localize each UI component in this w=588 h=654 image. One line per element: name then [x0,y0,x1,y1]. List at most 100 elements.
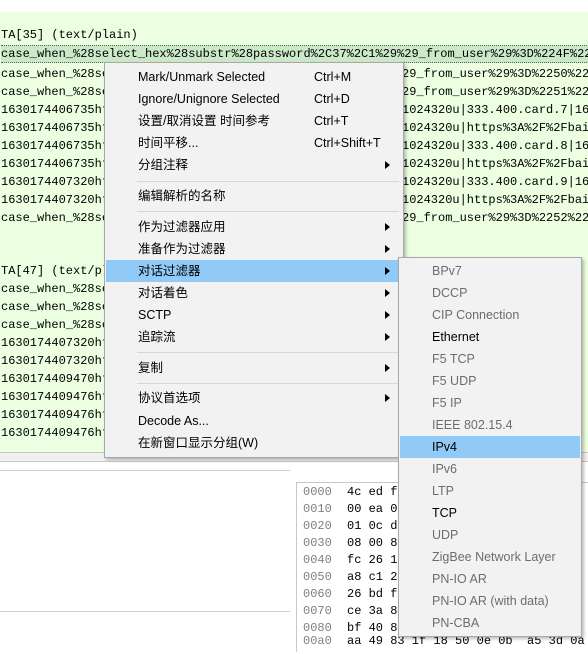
submenu-arrow-icon [385,245,390,253]
menu-separator [137,352,399,353]
menu-item-time-reference[interactable]: 设置/取消设置 时间参考 Ctrl+T [106,110,402,132]
menu-item-label: 设置/取消设置 时间参考 [138,114,270,128]
menu-item-follow-stream[interactable]: 追踪流 [106,326,402,348]
packet-text-line[interactable]: 1630174406735ht [1,155,109,173]
hex-bytes[interactable]: a8 c1 2 [347,569,397,586]
conversation-filter-submenu: BPv7 DCCP CIP Connection Ethernet F5 TCP… [398,257,582,637]
packet-text-line[interactable]: 1630174407320ht [1,352,109,370]
menu-item-protocol-preferences[interactable]: 协议首选项 [106,387,402,409]
menu-item-apply-as-filter[interactable]: 作为过滤器应用 [106,216,402,238]
menu-item-label: Mark/Unmark Selected [138,70,266,84]
menu-item-label: 对话着色 [138,286,189,300]
submenu-item-ethernet[interactable]: Ethernet [400,326,580,348]
menu-item-time-shift[interactable]: 时间平移... Ctrl+Shift+T [106,132,402,154]
menu-item-ignore-unignore[interactable]: Ignore/Unignore Selected Ctrl+D [106,88,402,110]
submenu-item-label: CIP Connection [432,308,520,322]
packet-text-line[interactable]: 1630174406735ht [1,119,109,137]
submenu-item-ipv6: IPv6 [400,458,580,480]
menu-item-shortcut: Ctrl+T [314,114,349,128]
hex-bytes[interactable]: fc 26 1 [347,552,397,569]
packet-text-line[interactable]: case_when_%28se [1,65,109,83]
packet-text-line[interactable]: 1630174409476ht [1,424,109,442]
menu-item-sctp[interactable]: SCTP [106,304,402,326]
menu-item-mark-unmark[interactable]: Mark/Unmark Selected Ctrl+M [106,66,402,88]
packet-text-line-selected[interactable]: case_when_%28select_hex%28substr%28passw… [1,45,588,63]
menu-item-conversation-filter[interactable]: 对话过滤器 [106,260,402,282]
packet-text-line[interactable]: 1630174406735ht [1,101,109,119]
hex-bytes[interactable]: 00 ea 0 [347,501,397,518]
hex-offset: 0020 [303,519,332,533]
hex-bytes[interactable]: 4c ed f [347,484,397,501]
submenu-item-label: UDP [432,528,459,542]
submenu-item-label: IEEE 802.15.4 [432,418,513,432]
submenu-item-label: DCCP [432,286,468,300]
submenu-item-label: Ethernet [432,330,480,344]
packet-text-line[interactable]: 1630174409476ht [1,388,109,406]
packet-text-line[interactable]: 1630174406735ht [1,137,109,155]
menu-item-label: 复制 [138,361,164,375]
submenu-item-f5-ip: F5 IP [400,392,580,414]
packet-text-line[interactable]: 1630174407320ht [1,173,109,191]
packet-text-line[interactable]: case_when_%28se [1,83,109,101]
menu-separator [137,181,399,182]
menu-item-decode-as[interactable]: Decode As... [106,410,402,432]
hex-offset: 0040 [303,553,332,567]
submenu-item-tcp[interactable]: TCP [400,502,580,524]
menu-item-shortcut: Ctrl+D [314,92,350,106]
submenu-item-pn-io-ar: PN-IO AR [400,568,580,590]
packet-details-pane[interactable] [0,470,290,612]
submenu-arrow-icon [385,394,390,402]
submenu-item-label: TCP [432,506,457,520]
submenu-arrow-icon [385,267,390,275]
submenu-arrow-icon [385,311,390,319]
menu-item-copy[interactable]: 复制 [106,357,402,379]
packet-text-line[interactable]: 1630174409470ht [1,370,109,388]
menu-item-label: 追踪流 [138,330,176,344]
submenu-item-ieee-802-15-4: IEEE 802.15.4 [400,414,580,436]
menu-item-label: 协议首选项 [138,391,201,405]
hex-offset: 0060 [303,587,332,601]
packet-text-line[interactable]: case_when_%28se [1,280,109,298]
submenu-item-label: ZigBee Network Layer [432,550,556,564]
hex-offset: 0000 [303,485,332,499]
packet-text-line[interactable]: case_when_%28se [1,316,109,334]
packet-text-fragment: 1024320u|333.400.card.7|163 [402,103,588,117]
hex-bytes[interactable]: ce 3a 8 [347,603,397,620]
menu-item-label: Decode As... [138,414,209,428]
menu-item-label: Ignore/Unignore Selected [138,92,280,106]
submenu-item-udp: UDP [400,524,580,546]
submenu-item-label: IPv4 [432,440,458,454]
submenu-item-pn-cba: PN-CBA [400,612,580,634]
menu-item-packet-comment[interactable]: 分组注释 [106,154,402,176]
menu-item-prepare-as-filter[interactable]: 准备作为过滤器 [106,238,402,260]
hex-offset: 0070 [303,604,332,618]
packet-text-line: TA[47] (text/pl [1,264,110,278]
submenu-arrow-icon [385,289,390,297]
hex-bytes[interactable]: 08 00 8 [347,535,397,552]
menu-item-label: 对话过滤器 [138,264,201,278]
menu-item-edit-resolved-name[interactable]: 编辑解析的名称 [106,185,402,207]
hex-bytes[interactable]: 01 0c d [347,518,397,535]
hex-offset: 0030 [303,536,332,550]
menu-item-label: 作为过滤器应用 [138,220,226,234]
menu-item-show-in-new-window[interactable]: 在新窗口显示分组(W) [106,432,402,454]
submenu-item-ipv4[interactable]: IPv4 [400,436,580,458]
packet-text-line: TA[35] (text/plain) [1,28,138,42]
submenu-item-f5-tcp: F5 TCP [400,348,580,370]
menu-item-label: 在新窗口显示分组(W) [138,436,259,450]
submenu-item-label: F5 IP [432,396,462,410]
packet-text-line[interactable]: 1630174407320ht [1,334,109,352]
submenu-item-pn-io-ar-with-data: PN-IO AR (with data) [400,590,580,612]
submenu-item-label: PN-IO AR [432,572,487,586]
packet-text-line[interactable]: case_when_%28se [1,298,109,316]
menu-item-colorize-conversation[interactable]: 对话着色 [106,282,402,304]
packet-text-line[interactable]: case_when_%28se [1,209,109,227]
hex-bytes[interactable]: 26 bd f [347,586,397,603]
menu-item-label: 编辑解析的名称 [138,189,226,203]
submenu-item-label: LTP [432,484,454,498]
packet-text-fragment: 1024320u|https%3A%2F%2Fbaid [402,193,588,207]
menu-separator [137,383,399,384]
packet-text-line[interactable]: 1630174409476ht [1,406,109,424]
hex-offset: 0050 [303,570,332,584]
packet-text-line[interactable]: 1630174407320ht [1,191,109,209]
